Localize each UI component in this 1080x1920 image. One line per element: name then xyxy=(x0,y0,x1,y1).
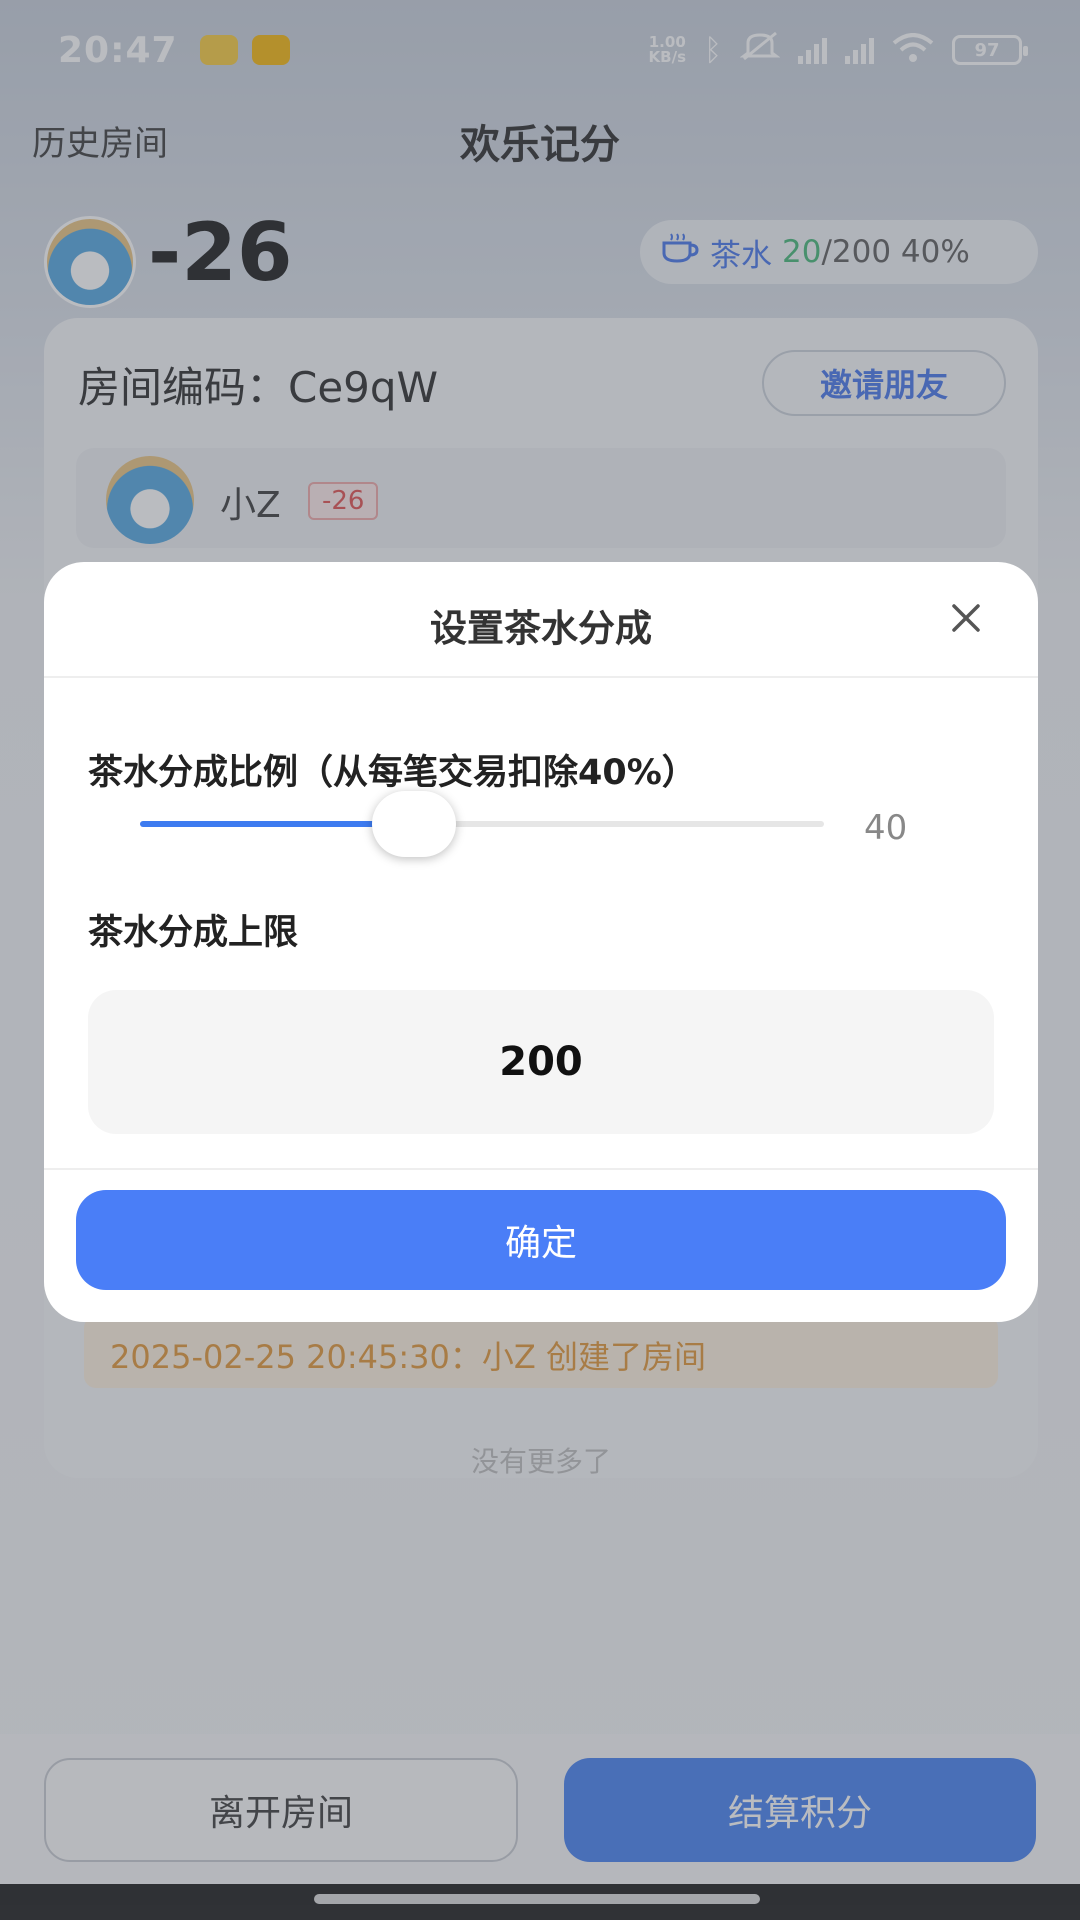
dialog-title: 设置茶水分成 xyxy=(430,607,652,650)
slider-thumb[interactable] xyxy=(372,791,456,857)
cap-label: 茶水分成上限 xyxy=(88,913,299,953)
ratio-slider[interactable] xyxy=(140,784,824,864)
dialog-divider xyxy=(44,1168,1038,1170)
cap-input[interactable]: 200 xyxy=(88,990,994,1134)
confirm-button[interactable]: 确定 xyxy=(76,1190,1006,1290)
dialog-header: 设置茶水分成 xyxy=(44,562,1038,678)
ratio-value: 40 xyxy=(864,808,908,848)
tea-settings-dialog: 设置茶水分成 茶水分成比例（从每笔交易扣除40%） 40 茶水分成上限 200 … xyxy=(44,562,1038,1322)
close-icon[interactable] xyxy=(946,598,986,638)
